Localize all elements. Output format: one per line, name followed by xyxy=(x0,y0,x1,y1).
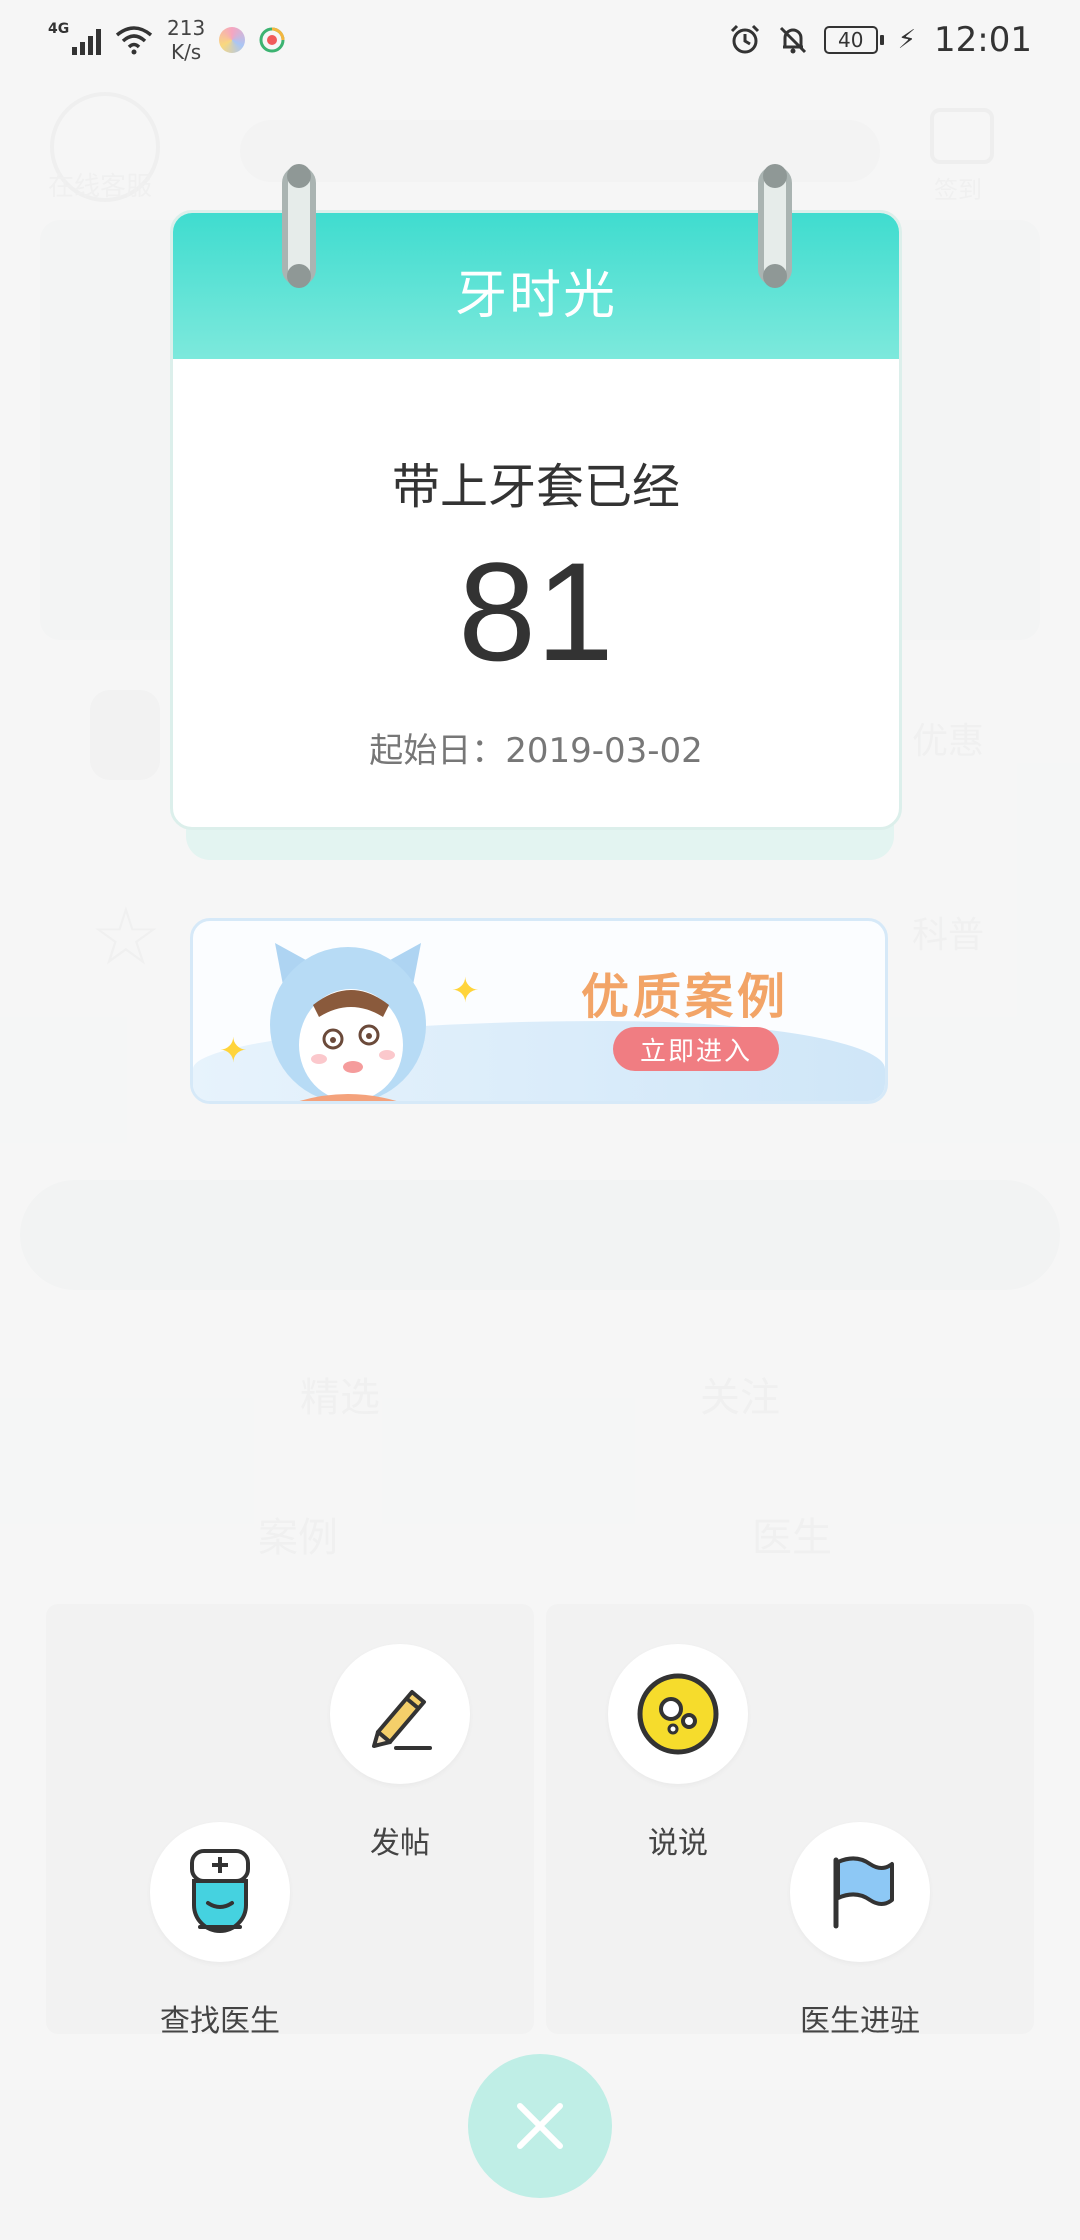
pencil-icon xyxy=(372,1690,432,1750)
post-action[interactable]: 发帖 xyxy=(310,1644,490,1862)
status-left: 4G 213 K/s xyxy=(48,16,285,64)
sparkle-icon: ✦ xyxy=(451,971,480,1011)
start-date: 起始日：2019-03-02 xyxy=(369,731,703,771)
network-speed: 213 K/s xyxy=(167,16,205,64)
cat-mascot-icon xyxy=(270,943,426,1101)
mute-bell-icon xyxy=(779,26,806,54)
banner-title: 优质案例 xyxy=(581,969,790,1025)
calendar-title: 牙时光 xyxy=(454,265,617,326)
talk-button[interactable] xyxy=(608,1644,748,1784)
braces-calendar-card[interactable]: 牙时光 带上牙套已经 81 起始日：2019-03-02 xyxy=(170,210,902,830)
network-speed-unit: K/s xyxy=(170,40,202,64)
speech-bubble-icon xyxy=(637,1673,719,1755)
find-doctor-button[interactable] xyxy=(150,1822,290,1962)
enter-now-button[interactable]: 立即进入 xyxy=(613,1027,779,1071)
calendar-ring-right xyxy=(758,164,792,288)
network-speed-value: 213 xyxy=(167,16,206,40)
sparkle-icon: ✦ xyxy=(219,1031,248,1071)
flag-icon xyxy=(833,1856,894,1929)
battery-tip xyxy=(879,35,884,45)
post-label: 发帖 xyxy=(370,1826,430,1861)
doctor-join-button[interactable] xyxy=(790,1822,930,1962)
wifi-icon xyxy=(115,26,153,55)
close-icon xyxy=(517,2103,563,2149)
battery-level: 40 xyxy=(823,26,878,54)
cellular-signal-icon: 4G xyxy=(48,21,101,55)
status-bar: 4G 213 K/s 40 ⚡ 12:01 xyxy=(0,0,1080,80)
find-doctor-label: 查找医生 xyxy=(160,2004,280,2039)
talk-label: 说说 xyxy=(648,1826,708,1861)
talk-action[interactable]: 说说 xyxy=(588,1644,768,1862)
battery-indicator: 40 xyxy=(823,26,884,54)
calendar-label: 带上牙套已经 xyxy=(391,459,680,515)
charging-icon: ⚡ xyxy=(897,25,917,55)
post-button[interactable] xyxy=(330,1644,470,1784)
doctor-join-label: 医生进驻 xyxy=(800,2004,920,2039)
browser-app-icon xyxy=(259,27,285,53)
close-button[interactable] xyxy=(468,2054,612,2198)
doctor-icon xyxy=(190,1849,250,1933)
alarm-icon xyxy=(730,24,759,54)
doctor-join-action[interactable]: 医生进驻 xyxy=(770,1822,950,2040)
status-right: 40 ⚡ 12:01 xyxy=(728,20,1032,60)
gallery-app-icon xyxy=(219,27,246,53)
clock: 12:01 xyxy=(934,20,1032,60)
days-count: 81 xyxy=(458,533,614,690)
network-type: 4G xyxy=(48,21,70,37)
quality-cases-banner[interactable]: ✦ ✦ 优质案例 立即进入 xyxy=(190,918,888,1104)
find-doctor-action[interactable]: 查找医生 xyxy=(130,1822,310,2040)
calendar-ring-left xyxy=(282,164,316,288)
